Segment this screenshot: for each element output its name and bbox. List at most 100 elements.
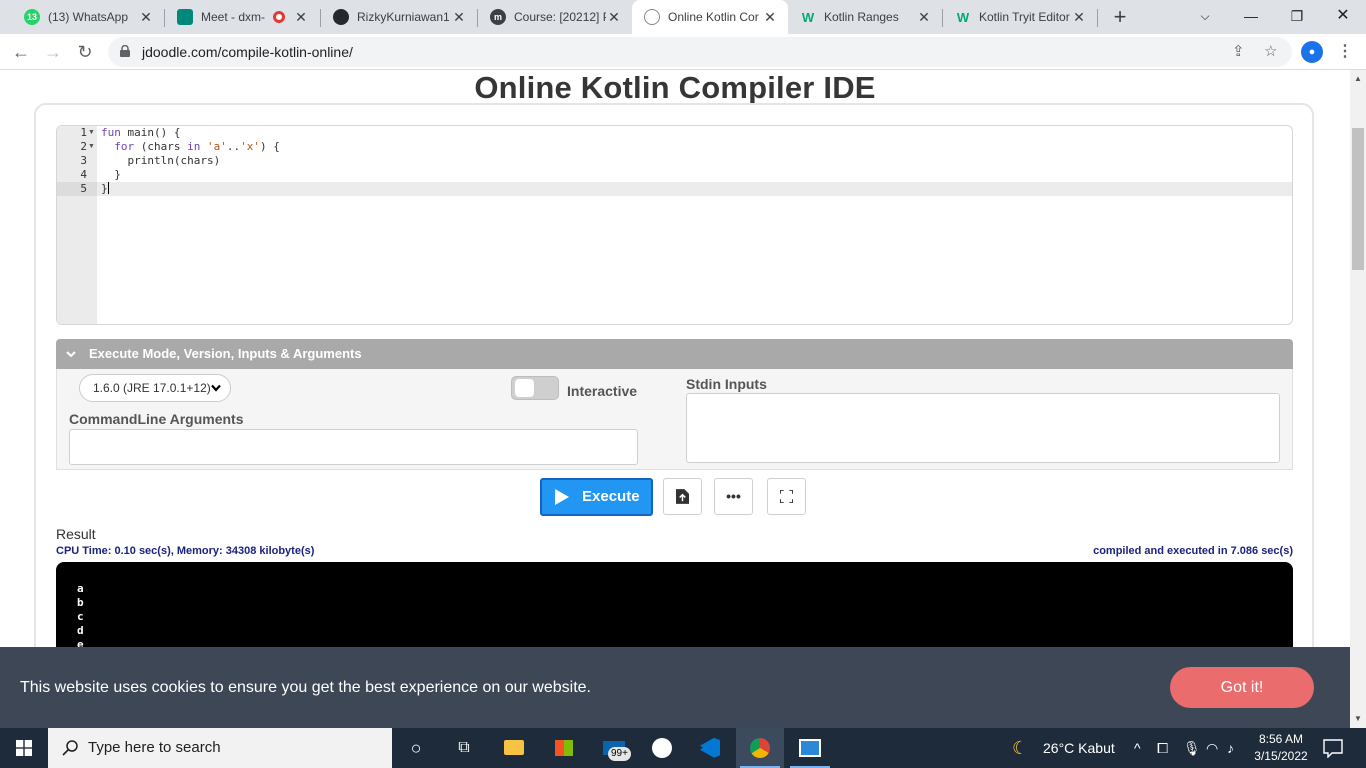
search-icon xyxy=(62,740,78,756)
meet-now-icon[interactable]: ⧠ xyxy=(1157,728,1168,768)
vscode-icon[interactable] xyxy=(686,728,734,768)
start-button[interactable] xyxy=(0,728,48,768)
bookmark-star-icon[interactable]: ☆ xyxy=(1264,42,1277,60)
cpu-time-stats: CPU Time: 0.10 sec(s), Memory: 34308 kil… xyxy=(56,545,315,557)
moodle-icon: m xyxy=(490,9,506,25)
google-meet-icon xyxy=(177,9,193,25)
stdin-textarea[interactable] xyxy=(686,393,1280,463)
file-upload-icon xyxy=(676,489,689,504)
taskbar-search-box[interactable]: Type here to search xyxy=(48,728,392,768)
tab-whatsapp[interactable]: 13 (13) WhatsApp ✕ xyxy=(12,0,164,34)
interactive-toggle[interactable] xyxy=(511,376,559,400)
close-icon[interactable]: ✕ xyxy=(916,9,932,26)
profile-avatar[interactable]: ● xyxy=(1301,41,1323,63)
weather-icon[interactable]: ☾ xyxy=(1012,728,1028,768)
interactive-label: Interactive xyxy=(567,383,638,399)
tab-jdoodle-kotlin[interactable]: Online Kotlin Cor ✕ xyxy=(632,0,788,34)
edge-icon[interactable] xyxy=(638,728,686,768)
execution-time: compiled and executed in 7.086 sec(s) xyxy=(1093,545,1293,557)
tab-moodle-course[interactable]: m Course: [20212] P ✕ xyxy=(478,0,632,34)
tab-title: RizkyKurniawan1 xyxy=(357,10,450,24)
tab-meet[interactable]: Meet - dxm- ✕ xyxy=(165,0,319,34)
page-title: Online Kotlin Compiler IDE xyxy=(474,70,876,105)
chrome-icon[interactable] xyxy=(736,728,784,768)
volume-icon[interactable]: ♪ xyxy=(1227,728,1234,768)
text-cursor xyxy=(107,182,109,194)
tab-search-icon[interactable]: ⌵ xyxy=(1182,0,1228,34)
scrollbar-thumb[interactable] xyxy=(1352,128,1364,270)
close-icon[interactable]: ✕ xyxy=(1071,9,1087,26)
tab-kotlin-tryit[interactable]: W Kotlin Tryit Editor ✕ xyxy=(943,0,1097,34)
page-scrollbar[interactable]: ▲ ▼ xyxy=(1350,70,1366,728)
stdin-label: Stdin Inputs xyxy=(686,376,767,392)
scroll-down-arrow-icon[interactable]: ▼ xyxy=(1354,714,1362,723)
cookie-accept-button[interactable]: Got it! xyxy=(1170,667,1314,708)
code-line-1: fun main() { xyxy=(101,126,181,139)
address-bar[interactable]: jdoodle.com/compile-kotlin-online/ ⇪ ☆ xyxy=(108,37,1292,67)
fullscreen-button[interactable] xyxy=(767,478,806,515)
file-explorer-icon[interactable] xyxy=(490,728,538,768)
cmd-args-input[interactable] xyxy=(69,429,638,465)
code-editor[interactable]: 1 2 3 4 5 ▼ ▼ fun main() { for (chars in… xyxy=(56,125,1293,325)
cortana-icon[interactable]: ○ xyxy=(392,728,440,768)
mail-icon[interactable]: 99+ xyxy=(590,728,638,768)
reload-icon[interactable]: ↻ xyxy=(72,39,98,65)
output-line: a xyxy=(77,582,84,595)
windows-taskbar: Type here to search ○ ⧉ 99+ ☾ 26°C Kabut… xyxy=(0,728,1366,768)
photos-icon[interactable] xyxy=(786,728,834,768)
share-icon[interactable]: ⇪ xyxy=(1232,42,1245,60)
output-line: b xyxy=(77,596,84,609)
browser-tab-strip: 13 (13) WhatsApp ✕ Meet - dxm- ✕ RizkyKu… xyxy=(0,0,1366,34)
close-window-icon[interactable]: ✕ xyxy=(1320,0,1366,34)
version-select[interactable]: 1.6.0 (JRE 17.0.1+12) xyxy=(79,374,231,402)
tab-title: Meet - dxm- xyxy=(201,10,266,24)
browser-toolbar: ← → ↻ jdoodle.com/compile-kotlin-online/… xyxy=(0,34,1366,70)
line-number-gutter: 1 2 3 4 5 ▼ ▼ xyxy=(57,126,97,324)
system-clock[interactable]: 8:56 AM 3/15/2022 xyxy=(1246,731,1316,765)
more-options-button[interactable]: ••• xyxy=(714,478,753,515)
line-number: 4 xyxy=(80,168,87,181)
version-value: 1.6.0 (JRE 17.0.1+12) xyxy=(93,381,211,395)
upload-file-button[interactable] xyxy=(663,478,702,515)
forward-arrow-icon[interactable]: → xyxy=(40,39,66,65)
toggle-knob xyxy=(515,379,534,397)
close-icon[interactable]: ✕ xyxy=(606,9,622,26)
tray-chevron-icon[interactable]: ^ xyxy=(1134,728,1141,768)
execute-button[interactable]: Execute xyxy=(540,478,653,516)
task-view-icon[interactable]: ⧉ xyxy=(440,728,488,768)
whatsapp-icon: 13 xyxy=(24,9,40,25)
close-icon[interactable]: ✕ xyxy=(762,9,778,26)
new-tab-button[interactable]: + xyxy=(1108,4,1132,30)
close-icon[interactable]: ✕ xyxy=(451,9,467,26)
line-number: 1 xyxy=(80,126,87,139)
minimize-icon[interactable]: — xyxy=(1228,0,1274,34)
restore-icon[interactable]: ❐ xyxy=(1274,0,1320,34)
output-line: d xyxy=(77,624,84,637)
github-icon xyxy=(333,9,349,25)
line-number: 5 xyxy=(80,182,87,195)
page-viewport: Online Kotlin Compiler IDE 1 2 3 4 5 ▼ ▼… xyxy=(0,70,1350,728)
menu-kebab-icon[interactable]: ⋮ xyxy=(1337,41,1353,61)
fold-arrow-icon[interactable]: ▼ xyxy=(88,140,95,154)
clock-time: 8:56 AM xyxy=(1258,732,1304,746)
back-arrow-icon[interactable]: ← xyxy=(8,39,34,65)
microsoft-store-icon[interactable] xyxy=(540,728,588,768)
weather-text[interactable]: 26°C Kabut xyxy=(1043,728,1115,768)
notification-center-icon[interactable] xyxy=(1322,738,1344,758)
close-icon[interactable]: ✕ xyxy=(138,9,154,26)
lock-icon xyxy=(120,45,130,57)
execute-label: Execute xyxy=(582,488,640,505)
tab-kotlin-ranges[interactable]: W Kotlin Ranges ✕ xyxy=(788,0,942,34)
wifi-icon[interactable]: ◠ xyxy=(1206,728,1218,768)
scroll-up-arrow-icon[interactable]: ▲ xyxy=(1354,74,1362,83)
tab-github[interactable]: RizkyKurniawan1 ✕ xyxy=(321,0,477,34)
code-line-5: } xyxy=(101,182,109,195)
execute-options-toggle[interactable]: Execute Mode, Version, Inputs & Argument… xyxy=(56,339,1293,369)
line-number: 2 xyxy=(80,140,87,153)
close-icon[interactable]: ✕ xyxy=(293,9,309,26)
fold-arrow-icon[interactable]: ▼ xyxy=(88,126,95,140)
microphone-icon[interactable]: 🎙 xyxy=(1183,728,1201,768)
cmd-args-label: CommandLine Arguments xyxy=(69,411,244,427)
cookie-banner: This website uses cookies to ensure you … xyxy=(0,647,1350,728)
windows-logo-icon xyxy=(16,740,32,756)
